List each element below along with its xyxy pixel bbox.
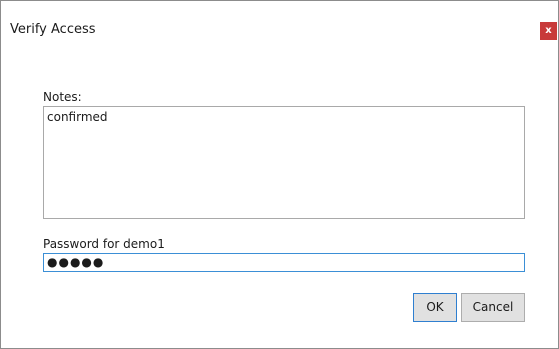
cancel-button[interactable]: Cancel bbox=[461, 293, 525, 322]
password-label: Password for demo1 bbox=[43, 237, 165, 251]
dialog-title: Verify Access bbox=[10, 22, 96, 37]
close-icon: x bbox=[545, 25, 552, 36]
password-field[interactable]: ●●●●● bbox=[43, 253, 525, 272]
notes-label: Notes: bbox=[43, 90, 82, 104]
close-button[interactable]: x bbox=[540, 22, 557, 40]
ok-button[interactable]: OK bbox=[413, 293, 457, 322]
notes-textarea[interactable]: confirmed bbox=[43, 106, 525, 219]
verify-access-dialog: Verify Access x Notes: confirmed Passwor… bbox=[0, 0, 559, 349]
